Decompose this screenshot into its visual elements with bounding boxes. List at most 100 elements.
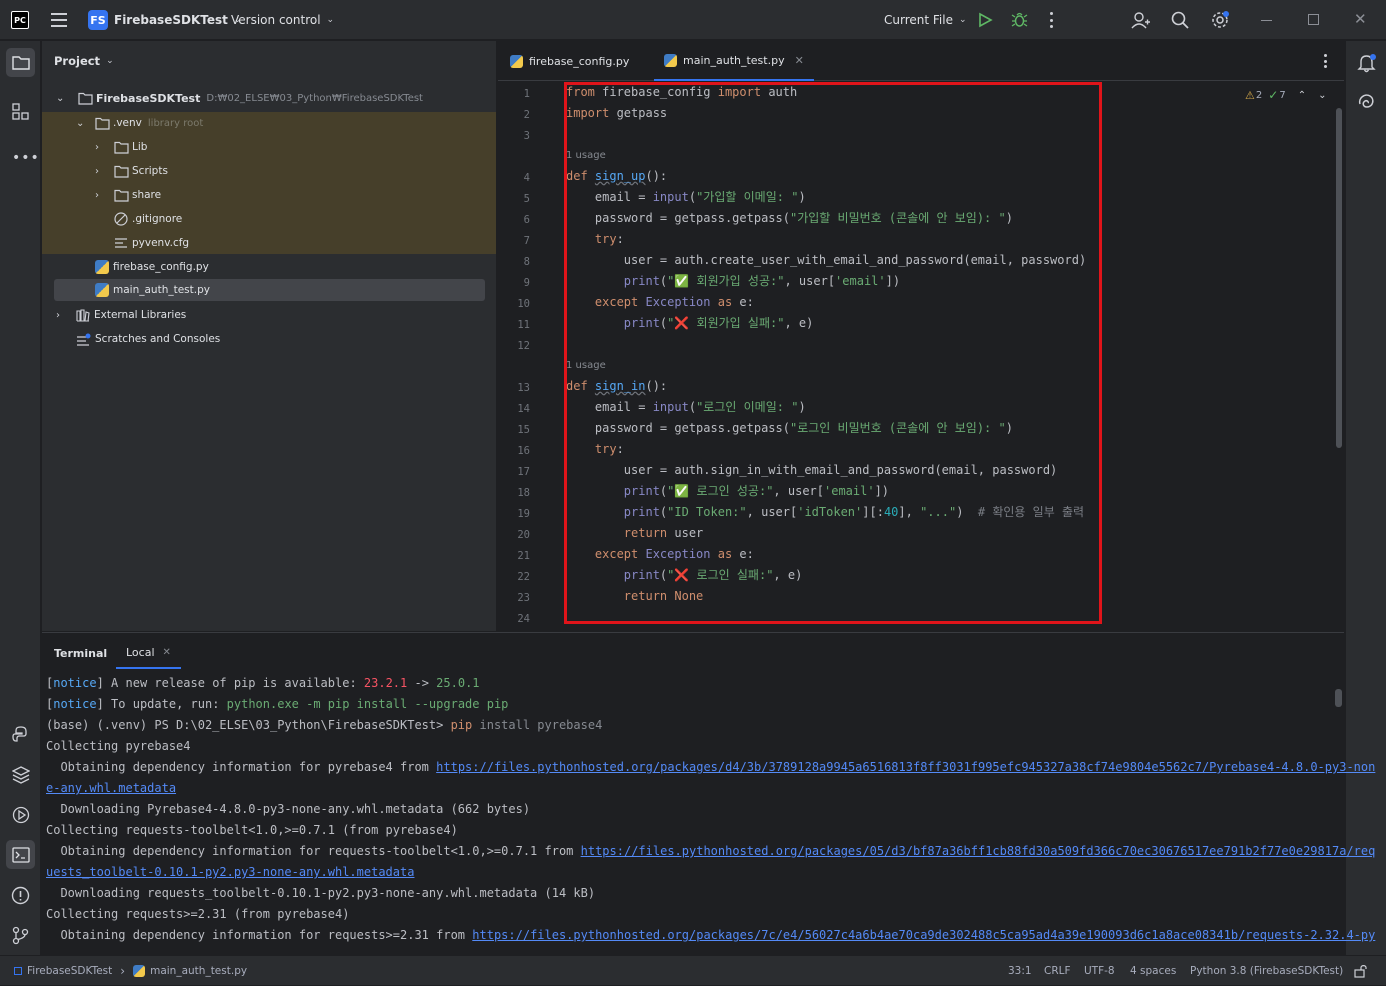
tab-firebase-config[interactable]: firebase_config.py bbox=[510, 41, 629, 81]
caret-position[interactable]: 33:1 bbox=[1008, 956, 1032, 986]
close-session-icon[interactable]: ✕ bbox=[163, 647, 171, 658]
tab-options-icon[interactable] bbox=[1324, 54, 1328, 68]
folder-icon bbox=[95, 117, 110, 130]
python-packages-icon[interactable] bbox=[12, 766, 30, 784]
project-switcher[interactable]: FS FirebaseSDKTest ⌄ bbox=[88, 9, 241, 31]
chevron-down-icon: ⌄ bbox=[76, 117, 85, 129]
project-name: FirebaseSDKTest bbox=[114, 13, 228, 27]
editor-scrollbar[interactable] bbox=[1336, 108, 1342, 448]
tree-item-lib[interactable]: › Lib bbox=[95, 135, 147, 159]
breadcrumb-project[interactable]: FirebaseSDKTest bbox=[27, 965, 112, 977]
breadcrumb[interactable]: FirebaseSDKTest › main_auth_test.py bbox=[14, 956, 247, 986]
minimize-window-icon[interactable] bbox=[1261, 20, 1272, 21]
more-tool-windows-icon[interactable]: ••• bbox=[12, 150, 40, 166]
terminal-scrollbar[interactable] bbox=[1335, 689, 1342, 707]
term-token: -> bbox=[407, 676, 437, 690]
debug-icon[interactable] bbox=[1011, 11, 1028, 28]
terminal-link[interactable]: https://files.pythonhosted.org/packages/… bbox=[472, 928, 1375, 942]
line-number: 4 bbox=[523, 172, 530, 184]
line-number: 5 bbox=[523, 193, 530, 205]
tree-file-main-auth-test[interactable]: main_auth_test.py bbox=[95, 279, 210, 301]
tree-item-gitignore[interactable]: .gitignore bbox=[114, 207, 182, 231]
problems-icon[interactable] bbox=[11, 886, 30, 905]
breadcrumb-file[interactable]: main_auth_test.py bbox=[150, 965, 247, 977]
run-config-selector[interactable]: Current File ⌄ bbox=[884, 9, 967, 31]
tree-item-share[interactable]: › share bbox=[95, 183, 161, 207]
terminal-link[interactable]: e-any.whl.metadata bbox=[46, 781, 176, 795]
tree-external-libraries[interactable]: › External Libraries bbox=[56, 303, 186, 327]
settings-gear-icon[interactable] bbox=[1210, 10, 1230, 30]
line-number: 2 bbox=[523, 109, 530, 121]
terminal-link[interactable]: uests_toolbelt-0.10.1-py2.py3-none-any.w… bbox=[46, 865, 414, 879]
search-icon[interactable] bbox=[1171, 11, 1189, 29]
project-panel-header[interactable]: Project ⌄ bbox=[54, 54, 114, 68]
line-number: 13 bbox=[517, 382, 530, 394]
tab-main-auth-test[interactable]: main_auth_test.py ✕ bbox=[654, 41, 814, 81]
root-folder-path: D:₩02_ELSE₩03_Python₩FirebaseSDKTest bbox=[206, 92, 423, 104]
terminal-session-tab[interactable]: Local ✕ bbox=[116, 637, 181, 669]
tree-item-scripts[interactable]: › Scripts bbox=[95, 159, 168, 183]
tree-root-folder[interactable]: ⌄ FirebaseSDKTest D:₩02_ELSE₩03_Python₩F… bbox=[56, 86, 423, 110]
structure-icon[interactable] bbox=[12, 103, 29, 120]
tree-item-label: Scratches and Consoles bbox=[95, 333, 221, 345]
tree-item-label: pyvenv.cfg bbox=[132, 237, 190, 249]
terminal-line: (base) (.venv) PS D:\02_ELSE\03_Python\F… bbox=[46, 715, 602, 736]
run-icon[interactable] bbox=[977, 12, 993, 28]
line-number: 19 bbox=[517, 508, 530, 520]
terminal-link[interactable]: https://files.pythonhosted.org/packages/… bbox=[436, 760, 1375, 774]
terminal-title: Terminal bbox=[54, 647, 108, 660]
check-icon: ✓ bbox=[1268, 88, 1279, 102]
line-number: 18 bbox=[517, 487, 530, 499]
line-number: 11 bbox=[517, 319, 530, 331]
tree-scratches-consoles[interactable]: Scratches and Consoles bbox=[76, 327, 220, 351]
tab-label: firebase_config.py bbox=[529, 54, 630, 68]
line-number: 22 bbox=[517, 571, 530, 583]
notifications-bell-icon[interactable] bbox=[1357, 53, 1377, 73]
project-tool-button[interactable] bbox=[6, 48, 35, 77]
term-token: notice bbox=[53, 697, 97, 711]
vcs-menu[interactable]: Version control ⌄ bbox=[231, 9, 334, 31]
line-number: 17 bbox=[517, 466, 530, 478]
tree-item-pyvenv-cfg[interactable]: pyvenv.cfg bbox=[114, 231, 189, 255]
term-token: Obtaining dependency information for pyr… bbox=[46, 760, 437, 774]
tree-venv-folder[interactable]: ⌄ .venv library root bbox=[76, 111, 203, 135]
root-folder-name: FirebaseSDKTest bbox=[96, 91, 201, 105]
ai-assistant-icon[interactable] bbox=[1357, 92, 1376, 111]
maximize-window-icon[interactable] bbox=[1308, 14, 1319, 25]
inspection-widget[interactable]: ⚠ 2 ✓ 7 ⌃ ⌄ bbox=[1245, 88, 1326, 102]
more-actions-icon[interactable] bbox=[1050, 12, 1054, 28]
unlock-icon[interactable] bbox=[1354, 964, 1368, 978]
terminal-line: [notice] To update, run: python.exe -m p… bbox=[46, 694, 508, 715]
terminal-line: Collecting pyrebase4 bbox=[46, 739, 191, 753]
file-encoding[interactable]: UTF-8 bbox=[1084, 956, 1115, 986]
chevron-right-icon: › bbox=[95, 141, 99, 153]
python-interpreter[interactable]: Python 3.8 (FirebaseSDKTest) bbox=[1190, 956, 1343, 986]
tree-item-label: .gitignore bbox=[132, 213, 183, 225]
python-console-icon[interactable] bbox=[12, 726, 30, 744]
python-file-icon bbox=[95, 260, 109, 274]
terminal-icon bbox=[11, 846, 30, 863]
chevron-up-icon[interactable]: ⌃ bbox=[1298, 90, 1306, 101]
chevron-down-icon: ⌄ bbox=[958, 15, 967, 25]
indent-setting[interactable]: 4 spaces bbox=[1130, 956, 1176, 986]
project-tool-window: Project ⌄ ⌄ FirebaseSDKTest D:₩02_ELSE₩0… bbox=[42, 41, 497, 631]
add-user-icon[interactable] bbox=[1131, 11, 1150, 29]
chevron-down-icon[interactable]: ⌄ bbox=[1318, 90, 1326, 101]
line-number: 1 bbox=[523, 88, 530, 100]
tree-item-label: Lib bbox=[132, 141, 148, 153]
git-icon[interactable] bbox=[12, 926, 29, 945]
terminal-line: Collecting requests-toolbelt<1.0,>=0.7.1… bbox=[46, 823, 458, 837]
line-number: 21 bbox=[517, 550, 530, 562]
config-file-icon bbox=[115, 238, 127, 248]
folder-icon bbox=[114, 165, 129, 178]
main-menu-icon[interactable] bbox=[51, 13, 67, 27]
line-number: 9 bbox=[523, 277, 530, 289]
line-separator[interactable]: CRLF bbox=[1044, 956, 1071, 986]
services-icon[interactable] bbox=[12, 806, 30, 824]
tree-file-firebase-config[interactable]: firebase_config.py bbox=[95, 255, 209, 279]
pycharm-logo-icon[interactable]: PC bbox=[11, 11, 29, 29]
terminal-link[interactable]: https://files.pythonhosted.org/packages/… bbox=[581, 844, 1376, 858]
terminal-tool-button[interactable] bbox=[6, 840, 35, 869]
close-tab-icon[interactable]: ✕ bbox=[795, 54, 804, 67]
close-window-icon[interactable]: ✕ bbox=[1354, 10, 1367, 28]
